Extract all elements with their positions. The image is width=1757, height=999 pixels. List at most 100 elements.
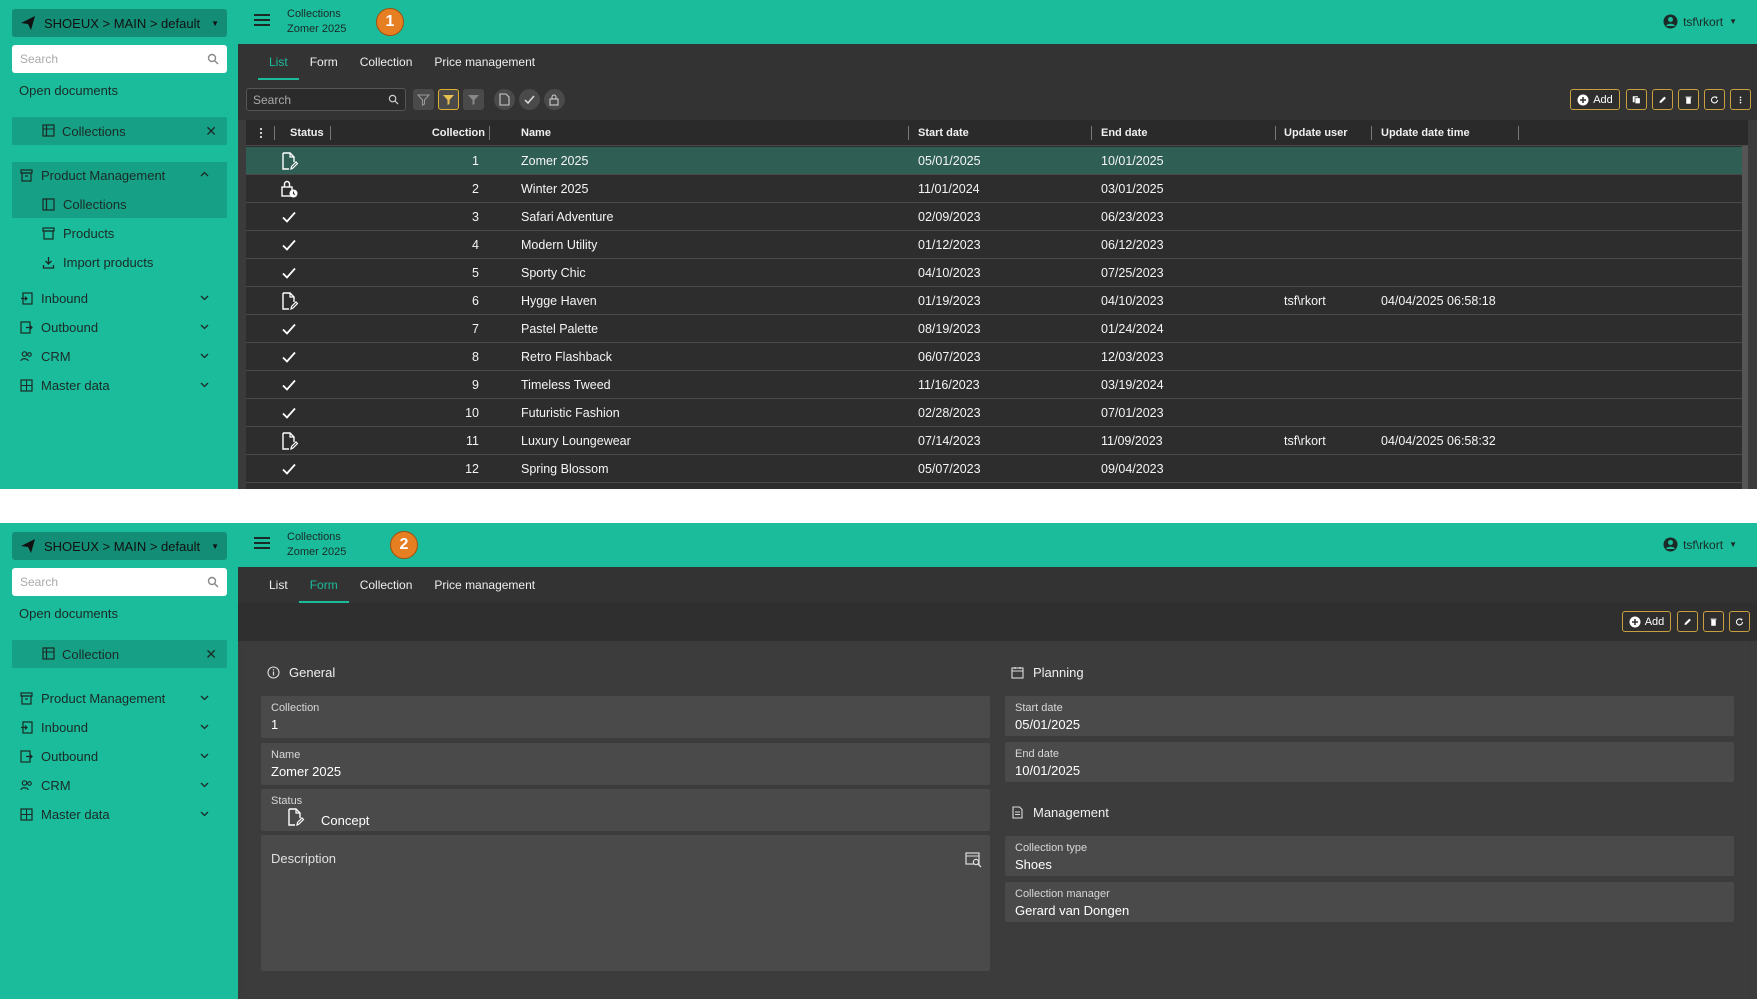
locked-status-filter[interactable] — [544, 89, 565, 110]
refresh-button[interactable] — [1729, 611, 1750, 632]
plus-circle-icon — [1577, 94, 1589, 105]
sidebar-item-outbound[interactable]: Outbound — [12, 314, 227, 340]
sidebar-item-master-data[interactable]: Master data — [12, 801, 227, 827]
sidebar-item-outbound[interactable]: Outbound — [12, 743, 227, 769]
cell-end-date: 06/23/2023 — [1101, 210, 1164, 224]
table-row[interactable]: 3 Safari Adventure 02/09/2023 06/23/2023 — [246, 203, 1748, 231]
sidebar-item-import-products[interactable]: Import products — [12, 249, 227, 275]
open-editor-icon[interactable] — [965, 851, 982, 868]
advanced-filter-button[interactable] — [463, 89, 484, 110]
table-row[interactable]: 1 Zomer 2025 05/01/2025 10/01/2025 — [246, 147, 1748, 175]
end-date-field[interactable]: End date 10/01/2025 — [1005, 742, 1734, 782]
grid-icon — [20, 378, 33, 392]
column-start-date[interactable]: Start date — [918, 120, 969, 146]
hamburger-menu-icon[interactable] — [254, 14, 270, 28]
done-status-filter[interactable] — [519, 89, 540, 110]
sidebar-item-product-management[interactable]: Product Management — [12, 162, 227, 188]
column-update-user[interactable]: Update user — [1284, 120, 1348, 146]
table-row[interactable]: 7 Pastel Palette 08/19/2023 01/24/2024 — [246, 315, 1748, 343]
tab-collection[interactable]: Collection — [349, 44, 424, 80]
sidebar-item-inbound[interactable]: Inbound — [12, 285, 227, 311]
table-row[interactable]: 6 Hygge Haven 01/19/2023 04/10/2023 tsf\rkor… — [246, 287, 1748, 315]
sidebar-item-collections[interactable]: Collections — [12, 191, 227, 217]
concept-status-filter[interactable] — [494, 89, 515, 110]
hamburger-menu-icon[interactable] — [254, 537, 270, 551]
sidebar-item-inbound[interactable]: Inbound — [12, 714, 227, 740]
delete-button[interactable] — [1678, 89, 1699, 110]
table-row[interactable]: 2 Winter 2025 11/01/2024 03/01/2025 — [246, 175, 1748, 203]
user-menu[interactable]: tsf\rkort ▼ — [1663, 537, 1737, 552]
section-title: Planning — [1033, 665, 1084, 680]
start-date-field[interactable]: Start date 05/01/2025 — [1005, 696, 1734, 736]
grid-search-input[interactable] — [253, 92, 388, 107]
edit-button[interactable] — [1677, 611, 1698, 632]
close-icon[interactable]: ✕ — [205, 123, 217, 140]
filter-button[interactable] — [438, 89, 459, 110]
column-menu-icon[interactable] — [255, 127, 267, 139]
refresh-button[interactable] — [1704, 89, 1725, 110]
table-row[interactable]: 10 Futuristic Fashion 02/28/2023 07/01/2023 — [246, 399, 1748, 427]
column-status[interactable]: Status — [290, 120, 324, 146]
open-document-tab[interactable]: Collection ✕ — [12, 640, 227, 668]
vertical-scrollbar[interactable] — [1742, 146, 1748, 489]
more-options-button[interactable] — [1730, 89, 1751, 110]
copy-button[interactable] — [1626, 89, 1647, 110]
collection-manager-field[interactable]: Collection manager Gerard van Dongen — [1005, 882, 1734, 922]
environment-selector[interactable]: SHOEUX > MAIN > default ▼ — [12, 9, 227, 37]
table-row[interactable]: 11 Luxury Loungewear 07/14/2023 11/09/2023 t… — [246, 427, 1748, 455]
environment-label: SHOEUX > MAIN > default — [44, 538, 201, 554]
sidebar-item-products[interactable]: Products — [12, 220, 227, 246]
collection-type-field[interactable]: Collection type Shoes — [1005, 836, 1734, 876]
caret-down-icon: ▼ — [211, 541, 219, 551]
tab-form[interactable]: Form — [298, 567, 349, 603]
sidebar-item-crm[interactable]: CRM — [12, 343, 227, 369]
sidebar-item-product-management[interactable]: Product Management — [12, 685, 227, 711]
tab-collection[interactable]: Collection — [349, 567, 424, 603]
table-row[interactable]: 8 Retro Flashback 06/07/2023 12/03/2023 — [246, 343, 1748, 371]
clear-filter-button[interactable] — [413, 89, 434, 110]
delete-button[interactable] — [1703, 611, 1724, 632]
sidebar-search-input[interactable] — [20, 575, 207, 589]
cell-collection: 4 — [472, 238, 479, 252]
open-document-tab[interactable]: Collections ✕ — [12, 117, 227, 145]
table-row[interactable]: 9 Timeless Tweed 11/16/2023 03/19/2024 — [246, 371, 1748, 399]
close-icon[interactable]: ✕ — [205, 646, 217, 663]
user-menu[interactable]: tsf\rkort ▼ — [1663, 14, 1737, 29]
field-label: Collection type — [1015, 842, 1088, 854]
cell-start-date: 02/28/2023 — [918, 406, 981, 420]
cell-update-date-time: 04/04/2025 06:58:18 — [1381, 294, 1496, 308]
tab-list[interactable]: List — [258, 44, 299, 80]
description-field[interactable]: Description — [261, 835, 990, 971]
sidebar-search[interactable] — [12, 45, 227, 73]
sidebar-item-master-data[interactable]: Master data — [12, 372, 227, 398]
column-update-date-time[interactable]: Update date time — [1381, 120, 1470, 146]
environment-selector[interactable]: SHOEUX > MAIN > default ▼ — [12, 532, 227, 560]
sidebar-item-label: Collections — [63, 196, 127, 212]
table-row[interactable]: 5 Sporty Chic 04/10/2023 07/25/2023 — [246, 259, 1748, 287]
add-button[interactable]: Add — [1570, 89, 1620, 110]
field-value: 1 — [271, 717, 279, 732]
cell-name: Zomer 2025 — [521, 154, 589, 168]
column-collection[interactable]: Collection — [376, 120, 485, 146]
column-end-date[interactable]: End date — [1101, 120, 1147, 146]
add-button[interactable]: Add — [1622, 611, 1671, 632]
edit-button[interactable] — [1652, 89, 1673, 110]
sidebar-search[interactable] — [12, 568, 227, 596]
tab-form[interactable]: Form — [299, 44, 349, 80]
trash-icon — [1710, 618, 1717, 626]
collection-field[interactable]: Collection 1 — [261, 696, 990, 738]
table-row[interactable]: 4 Modern Utility 01/12/2023 06/12/2023 — [246, 231, 1748, 259]
chevron-down-icon — [200, 382, 209, 388]
tab-list[interactable]: List — [258, 567, 299, 603]
cell-start-date: 06/07/2023 — [918, 350, 981, 364]
grid-search[interactable] — [246, 88, 406, 111]
sidebar-item-crm[interactable]: CRM — [12, 772, 227, 798]
column-name[interactable]: Name — [521, 120, 551, 146]
table-row[interactable]: 12 Spring Blossom 05/07/2023 09/04/2023 — [246, 455, 1748, 483]
sidebar-search-input[interactable] — [20, 52, 207, 66]
tab-price-management[interactable]: Price management — [423, 567, 546, 603]
page-subtitle: Zomer 2025 — [287, 23, 347, 35]
tab-price-management[interactable]: Price management — [423, 44, 546, 80]
name-field[interactable]: Name Zomer 2025 — [261, 743, 990, 785]
status-field[interactable]: Status Concept — [261, 789, 990, 831]
